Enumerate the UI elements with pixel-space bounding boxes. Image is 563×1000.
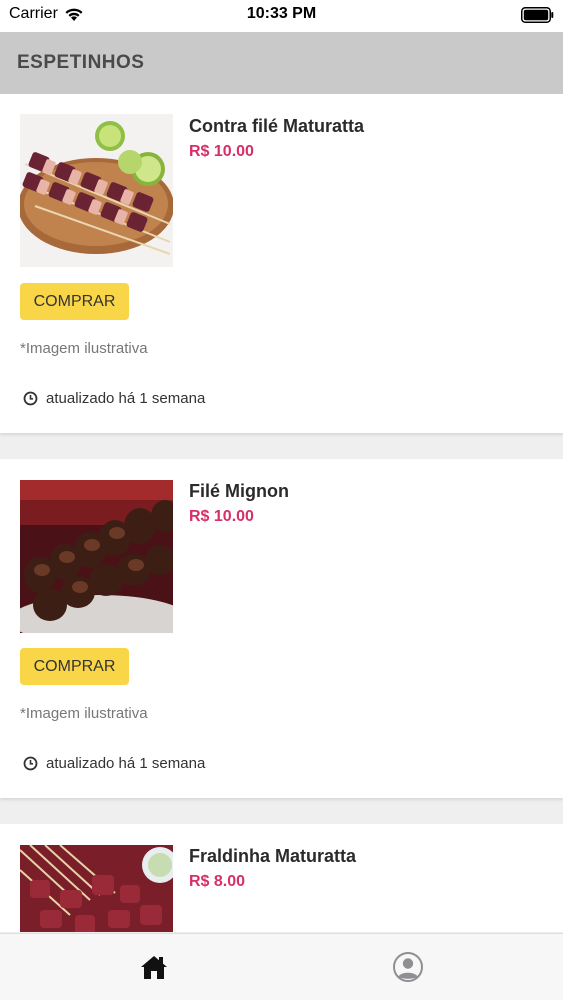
image-disclaimer: *Imagem ilustrativa — [20, 705, 148, 722]
product-card: Filé Mignon R$ 10.00 COMPRAR *Imagem ilu… — [0, 459, 563, 798]
page-title: ESPETINHOS — [17, 52, 145, 73]
product-image — [20, 845, 173, 932]
buy-button[interactable]: COMPRAR — [20, 283, 129, 320]
status-time: 10:33 PM — [246, 5, 317, 22]
product-price: R$ 10.00 — [189, 508, 254, 525]
product-name: Contra filé Maturatta — [189, 116, 365, 136]
product-name: Fraldinha Maturatta — [189, 846, 357, 866]
updated-info: atualizado há 1 semana — [23, 755, 205, 772]
product-price: R$ 10.00 — [189, 143, 254, 160]
updated-label: atualizado há 1 semana — [46, 390, 206, 407]
home-icon — [141, 956, 167, 979]
product-card: Contra filé Maturatta R$ 10.00 COMPRAR *… — [0, 94, 563, 433]
buy-button[interactable]: COMPRAR — [20, 648, 129, 685]
updated-label: atualizado há 1 semana — [46, 755, 206, 772]
screen: Carrier 10:33 PM ESPETINHOS Contra filé … — [0, 0, 563, 1000]
tab-profile[interactable] — [391, 950, 425, 984]
product-list[interactable]: Contra filé Maturatta R$ 10.00 COMPRAR *… — [0, 94, 563, 932]
tab-bar — [0, 933, 563, 1000]
product-price: R$ 8.00 — [189, 873, 246, 890]
product-card: Fraldinha Maturatta R$ 8.00 — [0, 824, 563, 932]
status-bar: Carrier 10:33 PM — [0, 0, 563, 32]
clock-icon — [23, 756, 38, 771]
tab-home[interactable] — [137, 950, 171, 984]
app-header: ESPETINHOS — [0, 32, 563, 94]
updated-info: atualizado há 1 semana — [23, 390, 205, 407]
profile-icon — [393, 952, 423, 982]
clock-icon — [23, 391, 38, 406]
product-name: Filé Mignon — [189, 481, 289, 501]
product-image — [20, 114, 173, 267]
image-disclaimer: *Imagem ilustrativa — [20, 340, 148, 357]
product-image — [20, 480, 173, 633]
battery-icon — [521, 7, 554, 23]
